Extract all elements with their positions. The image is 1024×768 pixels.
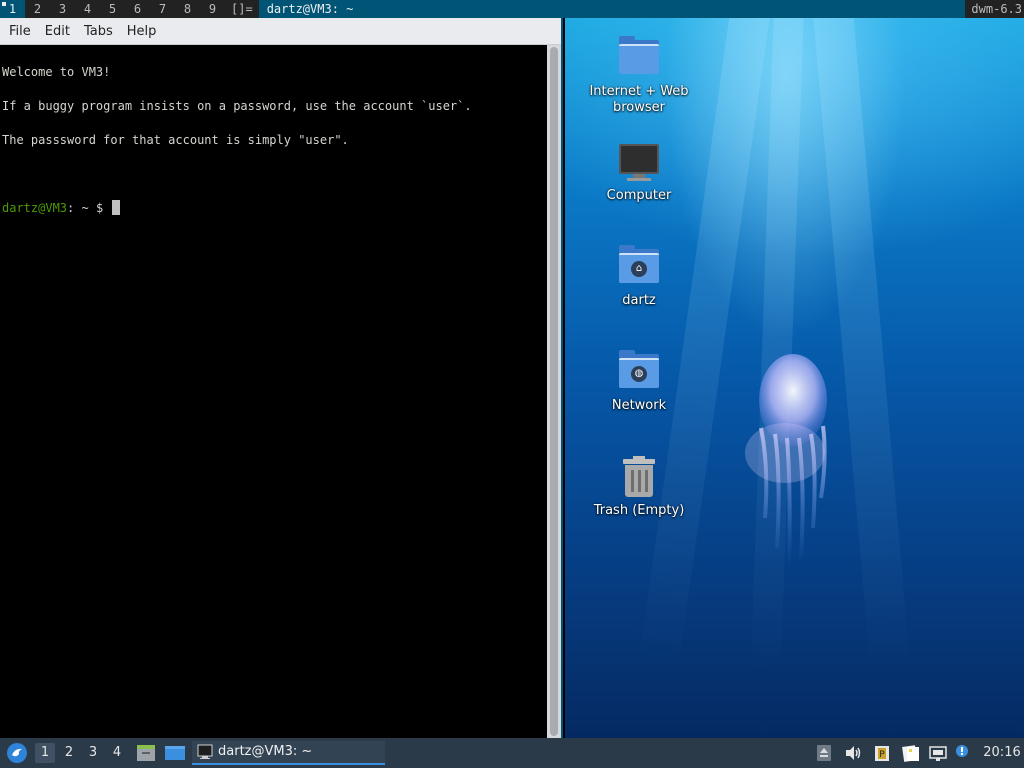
workspace-4[interactable]: 4 xyxy=(107,743,127,763)
dwm-tag-6[interactable]: 6 xyxy=(125,0,150,18)
dwm-tag-9[interactable]: 9 xyxy=(200,0,225,18)
folder-icon xyxy=(617,36,661,80)
eject-icon[interactable] xyxy=(815,744,833,762)
terminal-scrollbar[interactable] xyxy=(547,45,561,738)
terminal-menubar: File Edit Tabs Help xyxy=(0,18,561,45)
terminal-line: The passsword for that account is simply… xyxy=(2,133,349,147)
svg-text:P: P xyxy=(879,750,885,760)
volume-icon[interactable] xyxy=(844,744,862,762)
dwm-layout-symbol[interactable]: []= xyxy=(225,0,259,18)
taskbar-task-terminal[interactable]: dartz@VM3: ~ xyxy=(192,741,385,765)
dwm-window-title: dartz@VM3: ~ xyxy=(258,0,966,18)
jellyfish-wallpaper-art xyxy=(745,354,827,569)
show-desktop-icon[interactable] xyxy=(164,744,186,762)
clipboard-icon[interactable]: P xyxy=(873,744,891,762)
notes-icon[interactable] xyxy=(901,744,921,762)
dwm-tag-5[interactable]: 5 xyxy=(100,0,125,18)
dwm-status-text: dwm-6.3 xyxy=(971,2,1022,16)
taskbar-task-title: dartz@VM3: ~ xyxy=(218,744,313,759)
desktop-icon-internet-web-browser[interactable]: Internet + Web browser xyxy=(584,36,694,116)
trash-icon xyxy=(617,455,661,499)
desktop-icon-label: Network xyxy=(611,398,667,413)
terminal-line: If a buggy program insists on a password… xyxy=(2,99,472,113)
terminal-output[interactable]: Welcome to VM3! If a buggy program insis… xyxy=(0,45,547,738)
workspace-2[interactable]: 2 xyxy=(59,743,79,763)
dwm-tag-3[interactable]: 3 xyxy=(50,0,75,18)
prompt-symbol: $ xyxy=(88,201,111,215)
desktop-icon-label: Internet + Web browser xyxy=(589,84,689,115)
dwm-bar: 1 2 3 4 5 6 7 8 9 []= dartz@VM3: ~ dwm-6… xyxy=(0,0,1024,18)
desktop-icon-label: Computer xyxy=(606,188,672,203)
network-folder-icon: ◍ xyxy=(617,350,661,394)
bottom-panel: 1 2 3 4 dartz@VM3: ~ P 20:16 xyxy=(0,738,1024,768)
prompt-user-host: dartz@VM3 xyxy=(2,201,68,215)
text-cursor xyxy=(112,200,121,215)
dwm-tag-8[interactable]: 8 xyxy=(175,0,200,18)
terminal-window[interactable]: File Edit Tabs Help Welcome to VM3! If a… xyxy=(0,18,563,738)
computer-icon xyxy=(617,140,661,184)
menu-help[interactable]: Help xyxy=(120,24,164,39)
start-menu-icon[interactable] xyxy=(6,742,28,764)
desktop[interactable]: Internet + Web browser Computer ⌂ dartz … xyxy=(565,18,1024,738)
terminal-task-icon xyxy=(197,744,213,760)
notification-icon[interactable] xyxy=(954,744,970,762)
dwm-tag-1[interactable]: 1 xyxy=(0,0,25,18)
desktop-icon-trash[interactable]: Trash (Empty) xyxy=(584,455,694,519)
prompt-path: : ~ xyxy=(67,201,89,215)
network-connection-icon[interactable] xyxy=(929,744,947,762)
desktop-icon-computer[interactable]: Computer xyxy=(584,140,694,204)
dwm-tag-2[interactable]: 2 xyxy=(25,0,50,18)
menu-tabs[interactable]: Tabs xyxy=(77,24,120,39)
clock[interactable]: 20:16 xyxy=(982,738,1022,768)
dwm-tag-4[interactable]: 4 xyxy=(75,0,100,18)
scrollbar-thumb[interactable] xyxy=(550,47,558,736)
home-folder-icon: ⌂ xyxy=(617,245,661,289)
dwm-tag-7[interactable]: 7 xyxy=(150,0,175,18)
terminal-line: Welcome to VM3! xyxy=(2,65,111,79)
file-manager-launcher-icon[interactable] xyxy=(136,744,156,762)
terminal-prompt[interactable]: dartz@VM3: ~ $ xyxy=(2,200,547,217)
desktop-icon-network[interactable]: ◍ Network xyxy=(584,350,694,414)
occupied-indicator xyxy=(2,2,6,6)
desktop-icon-label: dartz xyxy=(622,293,656,308)
workspace-1[interactable]: 1 xyxy=(35,743,55,763)
menu-edit[interactable]: Edit xyxy=(38,24,77,39)
desktop-icon-dartz[interactable]: ⌂ dartz xyxy=(584,245,694,309)
workspace-3[interactable]: 3 xyxy=(83,743,103,763)
desktop-icon-label: Trash (Empty) xyxy=(593,503,685,518)
menu-file[interactable]: File xyxy=(2,24,38,39)
